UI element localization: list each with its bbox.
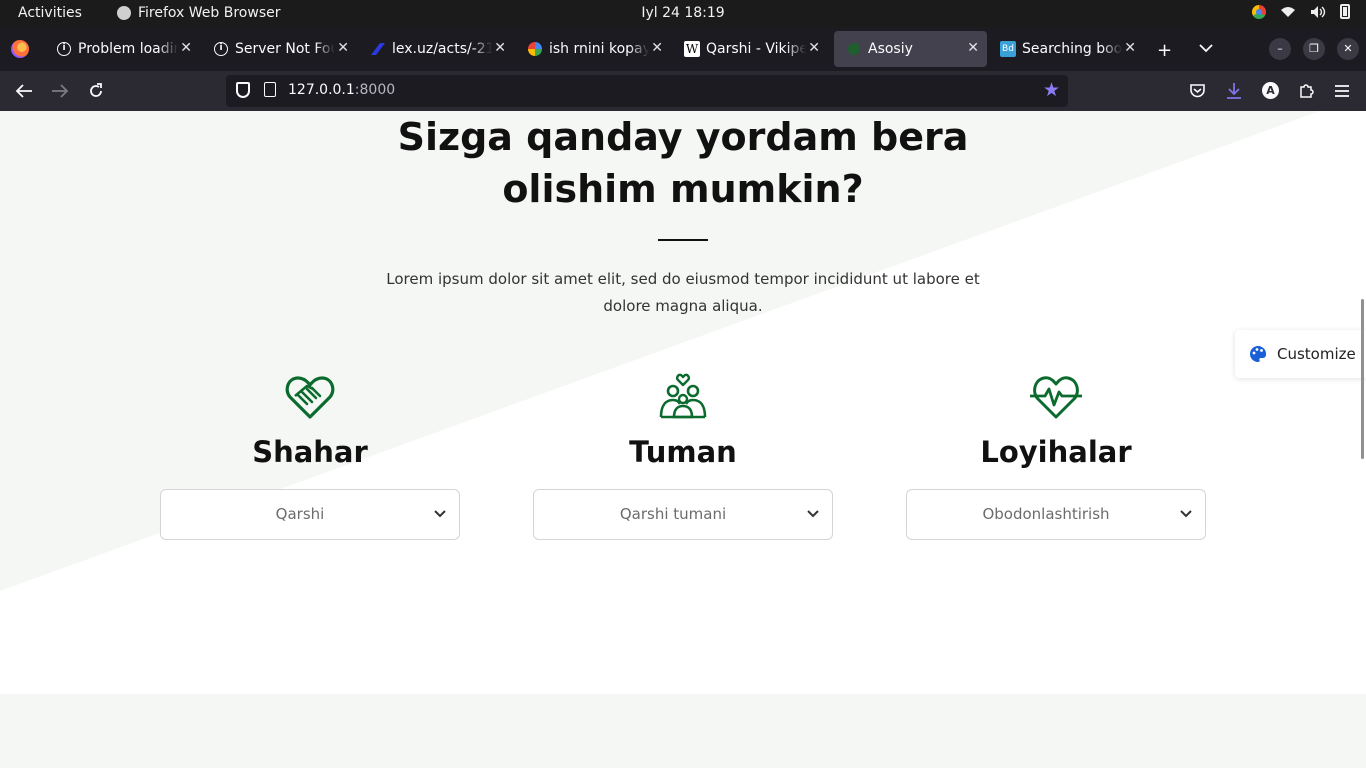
hamburger-menu-icon[interactable] [1334, 84, 1350, 98]
next-section-band [0, 694, 1366, 768]
tab-lex-uz[interactable]: lex.uz/acts/-21 ✕ [358, 31, 514, 67]
title-line-2: olishim mumkin? [502, 167, 864, 211]
system-top-bar: Activities Firefox Web Browser Iyl 24 18… [0, 0, 1366, 27]
tab-google-search[interactable]: ish rnini kopaytirish ✕ [515, 31, 671, 67]
page-title: Sizga qanday yordam bera olishim mumkin? [383, 111, 983, 215]
select-value: Qarshi tumani [619, 505, 727, 523]
info-icon: i [213, 41, 229, 57]
tab-title: lex.uz/acts/-21 [392, 41, 492, 57]
close-icon[interactable]: ✕ [651, 40, 663, 56]
shahar-select[interactable]: Qarshi [160, 489, 460, 540]
title-divider [658, 239, 708, 241]
column-shahar: Shahar Qarshi [160, 373, 460, 540]
tab-title: Problem loading page [78, 41, 178, 57]
select-value: Obodonlashtirish [982, 505, 1110, 523]
downloads-icon[interactable] [1226, 82, 1242, 100]
forward-arrow-icon[interactable] [51, 83, 69, 99]
loyihalar-select[interactable]: Obodonlashtirish [906, 489, 1206, 540]
url-text[interactable]: 127.0.0.1:8000 [288, 82, 395, 98]
tab-server-not-found[interactable]: i Server Not Found ✕ [201, 31, 357, 67]
heartbeat-icon [1029, 373, 1083, 421]
close-icon[interactable]: ✕ [337, 40, 349, 56]
column-title: Shahar [252, 435, 368, 469]
google-icon [527, 41, 543, 57]
info-icon: i [56, 41, 72, 57]
close-icon[interactable]: ✕ [808, 40, 820, 56]
restore-icon[interactable]: ❐ [1303, 38, 1325, 60]
palette-icon [1250, 345, 1267, 362]
tab-title: Server Not Found [235, 41, 335, 57]
tab-bootstrap[interactable]: Bd Searching bootstrap ✕ [988, 31, 1144, 67]
lead-text: Lorem ipsum dolor sit amet elit, sed do … [386, 270, 980, 315]
clock-text: Iyl 24 18:19 [641, 5, 725, 21]
column-tuman: Tuman Qarshi tumani [533, 373, 833, 540]
tab-list-chevron-icon[interactable] [1199, 43, 1213, 53]
wikipedia-icon: W [684, 41, 700, 57]
close-icon[interactable]: ✕ [967, 40, 979, 56]
column-loyihalar: Loyihalar Obodonlashtirish [906, 373, 1206, 540]
network-icon [1281, 6, 1295, 17]
family-heart-icon [658, 373, 708, 421]
tab-title: Qarshi - Vikipediya [706, 41, 806, 57]
site-icon [846, 41, 862, 57]
volume-icon [1311, 5, 1326, 18]
system-tray[interactable] [1252, 4, 1350, 19]
column-title: Loyihalar [980, 435, 1132, 469]
lex-icon [370, 41, 386, 57]
minimize-icon[interactable]: – [1269, 38, 1291, 60]
firefox-logo-icon[interactable] [11, 40, 29, 58]
reload-icon[interactable] [88, 83, 104, 99]
select-value: Qarshi [275, 505, 325, 523]
address-bar[interactable]: 127.0.0.1:8000 ★ [226, 75, 1068, 107]
chevron-down-icon [434, 510, 446, 518]
tuman-select[interactable]: Qarshi tumani [533, 489, 833, 540]
tab-title: Searching bootstrap [1022, 41, 1122, 57]
account-avatar-icon[interactable]: A [1262, 82, 1279, 99]
navigation-toolbar: 127.0.0.1:8000 ★ A [0, 71, 1366, 111]
new-tab-plus-icon[interactable]: + [1157, 40, 1172, 61]
bookmark-star-icon[interactable]: ★ [1043, 79, 1060, 101]
back-arrow-icon[interactable] [15, 83, 33, 99]
url-port: :8000 [354, 82, 396, 98]
close-window-icon[interactable]: ✕ [1337, 38, 1359, 60]
close-icon[interactable]: ✕ [494, 40, 506, 56]
tab-asosiy[interactable]: Asosiy ✕ [834, 31, 987, 67]
tab-title: ish rnini kopaytirish [549, 41, 649, 57]
pocket-icon[interactable] [1189, 83, 1206, 99]
chevron-down-icon [1180, 510, 1192, 518]
extensions-icon[interactable] [1298, 82, 1315, 99]
customize-button[interactable]: Customize [1235, 330, 1366, 378]
handshake-heart-icon [285, 373, 335, 421]
tab-strip: i Problem loading page ✕ i Server Not Fo… [0, 27, 1366, 71]
bootstrap-icon: Bd [1000, 41, 1016, 57]
web-page: Sizga qanday yordam bera olishim mumkin?… [0, 111, 1366, 768]
chrome-icon[interactable] [1252, 4, 1266, 19]
url-host: 127.0.0.1 [288, 82, 355, 98]
customize-label: Customize [1277, 345, 1356, 363]
shield-icon[interactable] [236, 82, 250, 98]
chevron-down-icon [807, 510, 819, 518]
tab-wikipedia[interactable]: W Qarshi - Vikipediya ✕ [672, 31, 828, 67]
tab-title: Asosiy [868, 41, 913, 57]
page-scrollbar[interactable] [1361, 299, 1364, 459]
page-info-icon[interactable] [264, 82, 276, 97]
close-icon[interactable]: ✕ [180, 40, 192, 56]
battery-icon [1340, 4, 1350, 19]
title-line-1: Sizga qanday yordam bera [397, 115, 969, 159]
clock[interactable]: Iyl 24 18:19 [0, 5, 1366, 21]
column-title: Tuman [629, 435, 737, 469]
tab-problem-loading[interactable]: i Problem loading page ✕ [44, 31, 200, 67]
close-icon[interactable]: ✕ [1124, 40, 1136, 56]
